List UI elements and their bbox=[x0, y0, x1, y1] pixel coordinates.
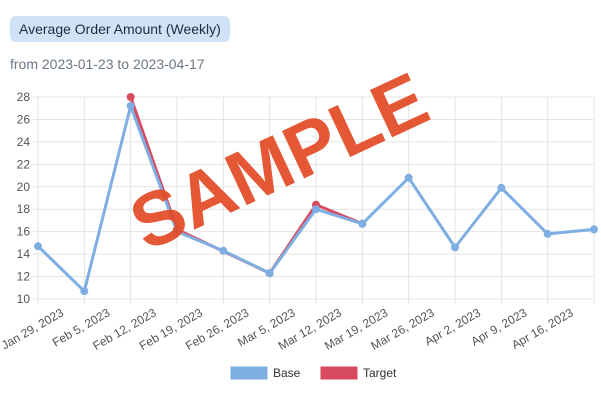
y-tick-label: 20 bbox=[17, 180, 31, 194]
y-tick-label: 22 bbox=[17, 157, 31, 171]
data-point-base bbox=[497, 183, 506, 192]
y-tick-label: 12 bbox=[17, 270, 31, 284]
data-point-base bbox=[80, 287, 89, 296]
data-point-base bbox=[543, 229, 552, 238]
data-point-base bbox=[404, 173, 413, 182]
data-point-target bbox=[126, 93, 135, 101]
data-point-base bbox=[219, 246, 228, 255]
legend-item-target[interactable]: Target bbox=[320, 366, 397, 380]
legend[interactable]: Base Target bbox=[230, 366, 397, 380]
y-tick-label: 18 bbox=[17, 202, 31, 216]
data-point-base bbox=[358, 219, 367, 228]
legend-label: Target bbox=[363, 366, 397, 380]
legend-swatch bbox=[230, 366, 268, 380]
y-tick-label: 10 bbox=[17, 292, 31, 306]
line-chart: 10 12 14 16 18 20 22 24 26 28 Jan 29, 2023Feb 5, … bbox=[0, 56, 598, 380]
sample-watermark: SAMPLE bbox=[118, 56, 441, 267]
data-point-base bbox=[590, 225, 598, 234]
y-tick-label: 26 bbox=[17, 112, 31, 126]
data-point-base bbox=[34, 242, 42, 251]
y-tick-label: 28 bbox=[17, 90, 31, 104]
y-tick-label: 14 bbox=[17, 247, 31, 261]
y-tick-label: 16 bbox=[17, 225, 31, 239]
legend-item-base[interactable]: Base bbox=[230, 366, 301, 380]
data-point-base bbox=[312, 205, 320, 214]
legend-swatch bbox=[320, 366, 358, 380]
x-axis: Jan 29, 2023Feb 5, 2023Feb 12, 2023Feb 1… bbox=[0, 305, 576, 353]
y-tick-label: 24 bbox=[17, 135, 31, 149]
data-point-base bbox=[265, 269, 274, 278]
data-point-base bbox=[126, 101, 135, 110]
legend-label: Base bbox=[273, 366, 301, 380]
y-axis: 10 12 14 16 18 20 22 24 26 28 bbox=[17, 90, 31, 306]
data-point-base bbox=[451, 243, 459, 252]
